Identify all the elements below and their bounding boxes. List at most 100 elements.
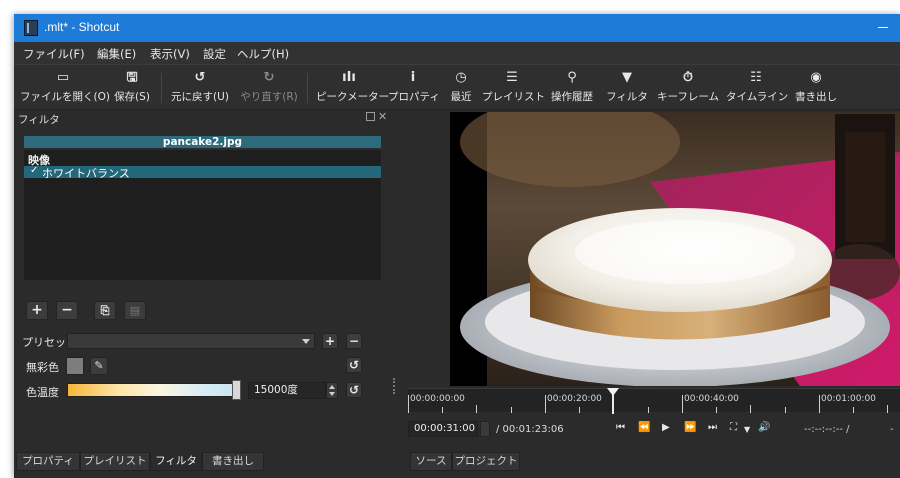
funnel-icon: ▼ — [622, 70, 632, 85]
main-toolbar: ▭ ファイルを開く(O) 🖫 保存(S) ↺ 元に戻す(U) ↻ やり直す(R)… — [14, 64, 900, 110]
preset-dropdown[interactable] — [67, 333, 315, 349]
save-preset-button[interactable]: + — [322, 333, 338, 349]
filters-button[interactable]: ▼ フィルタ — [606, 65, 648, 109]
temperature-label: 色温度 — [26, 386, 59, 399]
tab-filters[interactable]: フィルタ — [150, 452, 202, 471]
paste-filter-button[interactable]: ▤ — [124, 301, 146, 320]
peak-meter-button[interactable]: ıIı ピークメーター — [316, 65, 390, 109]
menu-edit[interactable]: 編集(E) — [97, 46, 136, 62]
timeline-button[interactable]: ☷ タイムライン — [726, 65, 788, 109]
history-icon: ⚲ — [567, 70, 577, 85]
peak-meter-label: ピークメーター — [316, 91, 390, 103]
toolbar-separator — [161, 73, 162, 103]
properties-button[interactable]: i プロパティ — [388, 65, 440, 109]
keyframes-button[interactable]: ⏱ キーフレーム — [656, 65, 720, 109]
reset-neutral-button[interactable]: ↺ — [346, 357, 362, 373]
filter-enabled-checkbox[interactable]: ✓ — [30, 165, 38, 176]
fast-forward-icon[interactable]: ⏩ — [684, 422, 696, 433]
tab-project[interactable]: プロジェクト — [452, 452, 520, 471]
position-timecode-input[interactable]: 00:00:31:00 — [408, 421, 478, 437]
video-preview[interactable] — [450, 112, 900, 386]
volume-icon[interactable]: 🔊 — [758, 422, 770, 433]
folder-open-icon: ▭ — [56, 70, 70, 85]
info-icon: i — [410, 70, 416, 85]
filter-list[interactable]: 映像 ✓ ホワイトバランス — [24, 150, 381, 280]
out-point-timecode: - — [890, 424, 894, 435]
title-bar: .mlt* - Shotcut — [14, 14, 900, 42]
remove-filter-button[interactable]: − — [56, 301, 78, 320]
temperature-spin-arrows[interactable] — [326, 382, 338, 399]
window-title: .mlt* - Shotcut — [44, 20, 120, 34]
copy-filter-button[interactable]: ⎘ — [94, 301, 116, 320]
peak-meter-icon: ıIı — [342, 70, 356, 85]
timecode-ruler[interactable]: 00:00:00:00 00:00:20:00 00:00:40:00 00:0… — [408, 388, 900, 413]
history-button[interactable]: ⚲ 操作履歴 — [548, 65, 596, 109]
rewind-icon[interactable]: ⏪ — [638, 422, 650, 433]
redo-button[interactable]: ↻ やり直す(R) — [238, 65, 300, 109]
in-point-timecode: --:--:--:-- / — [804, 424, 850, 435]
temperature-spinbox[interactable]: 15000度 — [248, 382, 326, 399]
properties-label: プロパティ — [388, 91, 440, 103]
skip-previous-icon[interactable]: ⏮ — [616, 422, 625, 433]
recent-label: 最近 — [450, 91, 472, 103]
menu-bar: ファイル(F) 編集(E) 表示(V) 設定 ヘルプ(H) — [14, 42, 900, 64]
shotcut-window: .mlt* - Shotcut ファイル(F) 編集(E) 表示(V) 設定 ヘ… — [14, 14, 900, 478]
chevron-down-icon — [302, 339, 310, 344]
recent-button[interactable]: ◷ 最近 — [446, 65, 476, 109]
panel-float-icon[interactable] — [366, 112, 375, 121]
add-filter-button[interactable]: + — [26, 301, 48, 320]
open-file-button[interactable]: ▭ ファイルを開く(O) — [20, 65, 110, 109]
neutral-color-swatch[interactable] — [66, 357, 84, 375]
playlist-label: プレイリスト — [482, 91, 545, 103]
clip-name-header: pancake2.jpg — [24, 136, 381, 148]
save-button[interactable]: 🖫 保存(S) — [108, 65, 156, 109]
menu-settings[interactable]: 設定 — [203, 46, 226, 62]
keyframes-label: キーフレーム — [656, 91, 720, 103]
menu-help[interactable]: ヘルプ(H) — [237, 46, 289, 62]
playhead-marker-icon[interactable] — [607, 388, 619, 396]
ruler-label: 00:00:00:00 — [410, 394, 465, 404]
redo-icon: ↻ — [263, 70, 275, 85]
tab-export[interactable]: 書き出し — [202, 452, 264, 471]
eyedropper-icon[interactable]: ✎ — [90, 357, 108, 375]
delete-preset-button[interactable]: − — [346, 333, 362, 349]
export-label: 書き出し — [795, 91, 837, 103]
reset-temperature-button[interactable]: ↺ — [346, 382, 362, 398]
neutral-color-label: 無彩色 — [26, 361, 59, 374]
undo-icon: ↺ — [194, 70, 206, 85]
tab-source[interactable]: ソース — [410, 452, 452, 471]
temperature-slider[interactable] — [67, 383, 239, 397]
temperature-slider-handle[interactable] — [232, 380, 241, 400]
transport-controls: 00:00:31:00 / 00:01:23:06 ⏮ ⏪ ▶ ⏩ ⏭ ⛶ ▼ … — [406, 416, 900, 442]
undo-button[interactable]: ↺ 元に戻す(U) — [169, 65, 231, 109]
panel-splitter-handle[interactable] — [393, 378, 395, 394]
toolbar-separator — [307, 73, 308, 103]
tab-properties[interactable]: プロパティ — [16, 452, 80, 471]
playlist-button[interactable]: ☰ プレイリスト — [482, 65, 545, 109]
clock-icon: ◷ — [455, 70, 467, 85]
zoom-frame-icon[interactable]: ⛶ — [730, 422, 737, 433]
open-file-label: ファイルを開く(O) — [20, 91, 110, 103]
export-disc-icon: ◉ — [810, 70, 822, 85]
left-dock-tabs: プロパティ プレイリスト フィルタ 書き出し — [14, 452, 406, 472]
panel-close-icon[interactable]: ✕ — [378, 110, 387, 123]
menu-file[interactable]: ファイル(F) — [23, 46, 85, 62]
position-spin-arrows[interactable] — [480, 421, 490, 437]
play-icon[interactable]: ▶ — [662, 422, 670, 433]
stopwatch-icon: ⏱ — [682, 70, 694, 85]
filter-name: ホワイトバランス — [42, 167, 130, 180]
player-panel: 00:00:00:00 00:00:20:00 00:00:40:00 00:0… — [406, 110, 900, 452]
chevron-down-icon[interactable]: ▼ — [744, 425, 750, 434]
filters-label: フィルタ — [606, 91, 648, 103]
duration-label: / 00:01:23:06 — [496, 424, 564, 435]
ruler-label: 00:00:40:00 — [684, 394, 739, 404]
cheesecake-preview-image — [450, 112, 900, 386]
export-button[interactable]: ◉ 書き出し — [792, 65, 840, 109]
filter-row-white-balance[interactable]: ✓ ホワイトバランス — [24, 165, 381, 180]
ruler-label: 00:00:20:00 — [547, 394, 602, 404]
tab-playlist[interactable]: プレイリスト — [80, 452, 150, 471]
menu-view[interactable]: 表示(V) — [150, 46, 190, 62]
skip-next-icon[interactable]: ⏭ — [708, 422, 717, 433]
shotcut-app-icon — [24, 20, 38, 36]
minimize-button[interactable] — [874, 17, 894, 37]
